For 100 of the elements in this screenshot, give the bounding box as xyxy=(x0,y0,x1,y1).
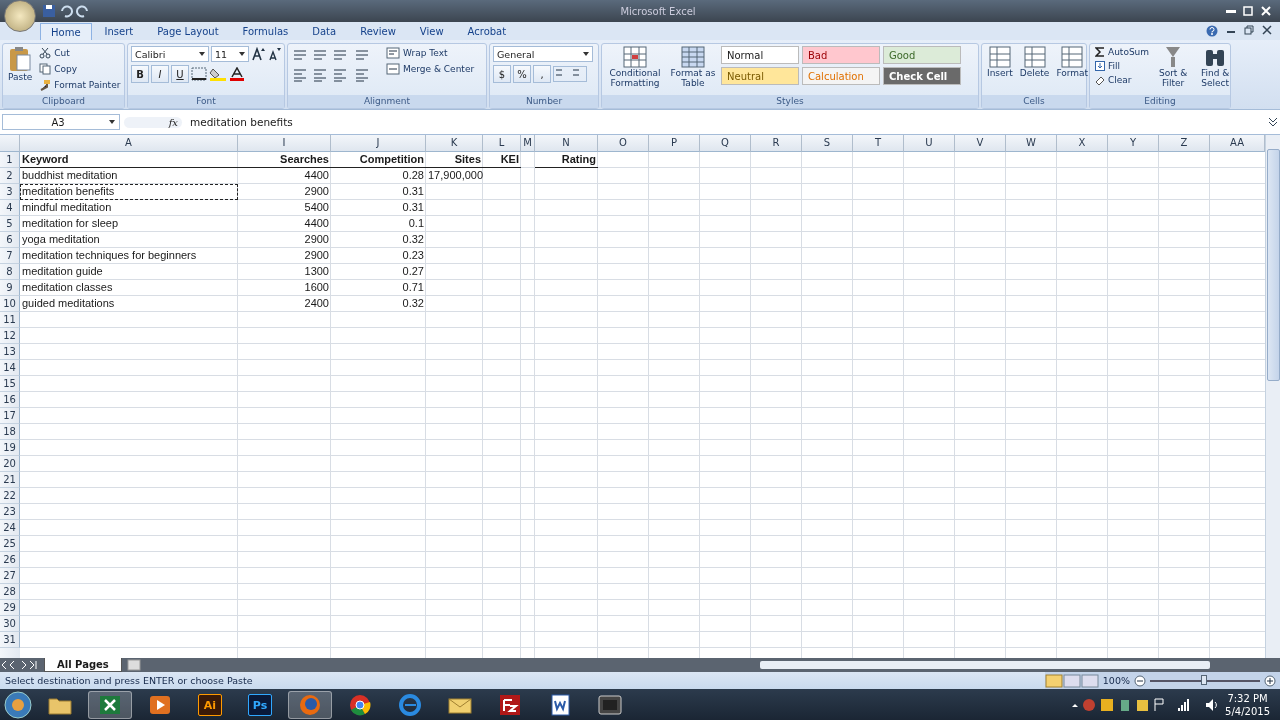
row-header[interactable]: 5 xyxy=(0,216,20,232)
row-header[interactable]: 12 xyxy=(0,328,20,344)
column-header[interactable]: U xyxy=(904,135,955,152)
ribbon-tab[interactable]: Acrobat xyxy=(456,23,518,40)
row-header[interactable]: 16 xyxy=(0,392,20,408)
italic-button[interactable]: I xyxy=(151,65,169,83)
percent-button[interactable]: % xyxy=(513,65,531,83)
row-header[interactable]: 8 xyxy=(0,264,20,280)
zoom-slider-thumb[interactable] xyxy=(1201,674,1207,685)
vertical-scrollbar[interactable] xyxy=(1265,135,1280,658)
row-header[interactable]: 22 xyxy=(0,488,20,504)
delete-button[interactable]: Delete xyxy=(1017,46,1052,78)
paste-button[interactable]: Paste xyxy=(6,46,35,82)
ribbon-tab[interactable]: Page Layout xyxy=(146,23,230,40)
taskbar-app[interactable]: Ps xyxy=(238,691,282,719)
row-header[interactable]: 21 xyxy=(0,472,20,488)
row-header[interactable]: 28 xyxy=(0,584,20,600)
number-format-field[interactable]: General xyxy=(493,46,593,62)
format-painter-button[interactable]: Format Painter xyxy=(37,78,123,92)
row-header[interactable]: 23 xyxy=(0,504,20,520)
fill-button[interactable]: Fill xyxy=(1093,60,1152,72)
sheet-tab[interactable]: All Pages xyxy=(44,658,122,672)
row-header[interactable]: 30 xyxy=(0,616,20,632)
zoom-level[interactable]: 100% xyxy=(1102,675,1130,686)
row-header[interactable]: 29 xyxy=(0,600,20,616)
find-select-button[interactable]: Find & Select xyxy=(1195,46,1236,88)
column-header[interactable]: Z xyxy=(1159,135,1210,152)
comma-button[interactable]: , xyxy=(533,65,551,83)
column-header[interactable]: O xyxy=(598,135,649,152)
column-header[interactable]: V xyxy=(955,135,1006,152)
bold-button[interactable]: B xyxy=(131,65,149,83)
row-header[interactable]: 24 xyxy=(0,520,20,536)
insert-function-button[interactable]: fx xyxy=(124,116,182,128)
column-header[interactable]: W xyxy=(1006,135,1057,152)
ribbon-tab[interactable]: View xyxy=(408,23,455,40)
column-header[interactable]: T xyxy=(853,135,904,152)
column-header[interactable]: N xyxy=(535,135,598,152)
column-header[interactable]: L xyxy=(483,135,521,152)
cell-style-option[interactable]: Check Cell xyxy=(883,67,961,85)
row-header[interactable]: 10 xyxy=(0,296,20,312)
horizontal-scrollbar[interactable] xyxy=(760,661,1210,669)
wrap-text-button[interactable]: Wrap Text xyxy=(384,46,477,60)
column-header[interactable]: J xyxy=(331,135,426,152)
ribbon-tab[interactable]: Formulas xyxy=(231,23,300,40)
format-as-table-button[interactable]: Format as Table xyxy=(668,46,718,88)
name-box[interactable]: A3 xyxy=(2,114,120,130)
formula-field[interactable]: meditation benefits xyxy=(186,116,1264,128)
row-header[interactable]: 26 xyxy=(0,552,20,568)
cell-style-option[interactable]: Normal xyxy=(721,46,799,64)
ribbon-tab[interactable]: Home xyxy=(40,23,92,40)
row-header[interactable]: 25 xyxy=(0,536,20,552)
column-header[interactable]: Y xyxy=(1108,135,1159,152)
format-button[interactable]: Format xyxy=(1054,46,1091,78)
underline-button[interactable]: U xyxy=(171,65,189,83)
cell-style-option[interactable]: Good xyxy=(883,46,961,64)
column-header[interactable]: AA xyxy=(1210,135,1265,152)
conditional-formatting-button[interactable]: Conditional Formatting xyxy=(605,46,665,88)
row-header[interactable]: 15 xyxy=(0,376,20,392)
insert-button[interactable]: Insert xyxy=(985,46,1015,78)
copy-button[interactable]: Copy xyxy=(37,62,123,76)
row-header[interactable]: 3 xyxy=(0,184,20,200)
row-header[interactable]: 7 xyxy=(0,248,20,264)
ribbon-tab[interactable]: Insert xyxy=(93,23,145,40)
row-header[interactable]: 18 xyxy=(0,424,20,440)
column-header[interactable]: R xyxy=(751,135,802,152)
row-header[interactable]: 4 xyxy=(0,200,20,216)
column-header[interactable]: K xyxy=(426,135,483,152)
row-header[interactable]: 19 xyxy=(0,440,20,456)
font-name-field[interactable]: Calibri xyxy=(131,46,209,62)
cell-style-option[interactable]: Bad xyxy=(802,46,880,64)
row-header[interactable]: 6 xyxy=(0,232,20,248)
column-header[interactable]: S xyxy=(802,135,853,152)
column-header[interactable]: A xyxy=(20,135,238,152)
column-header[interactable]: M xyxy=(521,135,535,152)
font-size-field[interactable]: 11 xyxy=(211,46,249,62)
row-header[interactable]: 20 xyxy=(0,456,20,472)
row-header[interactable]: 2 xyxy=(0,168,20,184)
ribbon-tab[interactable]: Review xyxy=(349,23,407,40)
row-header[interactable]: 11 xyxy=(0,312,20,328)
row-header[interactable]: 14 xyxy=(0,360,20,376)
row-header[interactable]: 17 xyxy=(0,408,20,424)
row-header[interactable]: 31 xyxy=(0,632,20,648)
row-header[interactable]: 9 xyxy=(0,280,20,296)
column-header[interactable]: P xyxy=(649,135,700,152)
office-button[interactable] xyxy=(4,0,36,32)
row-header[interactable]: 1 xyxy=(0,152,20,168)
clear-button[interactable]: Clear xyxy=(1093,74,1152,86)
cut-button[interactable]: Cut xyxy=(37,46,123,60)
cell-style-option[interactable]: Neutral xyxy=(721,67,799,85)
row-header[interactable]: 13 xyxy=(0,344,20,360)
ribbon-tab[interactable]: Data xyxy=(301,23,348,40)
column-header[interactable]: Q xyxy=(700,135,751,152)
taskbar-app[interactable]: Ai xyxy=(188,691,232,719)
column-header[interactable]: I xyxy=(238,135,331,152)
merge-center-button[interactable]: Merge & Center xyxy=(384,62,477,76)
autosum-button[interactable]: AutoSum xyxy=(1093,46,1152,58)
column-header[interactable]: X xyxy=(1057,135,1108,152)
taskbar-app[interactable] xyxy=(88,691,132,719)
currency-button[interactable]: $ xyxy=(493,65,511,83)
row-header[interactable]: 27 xyxy=(0,568,20,584)
